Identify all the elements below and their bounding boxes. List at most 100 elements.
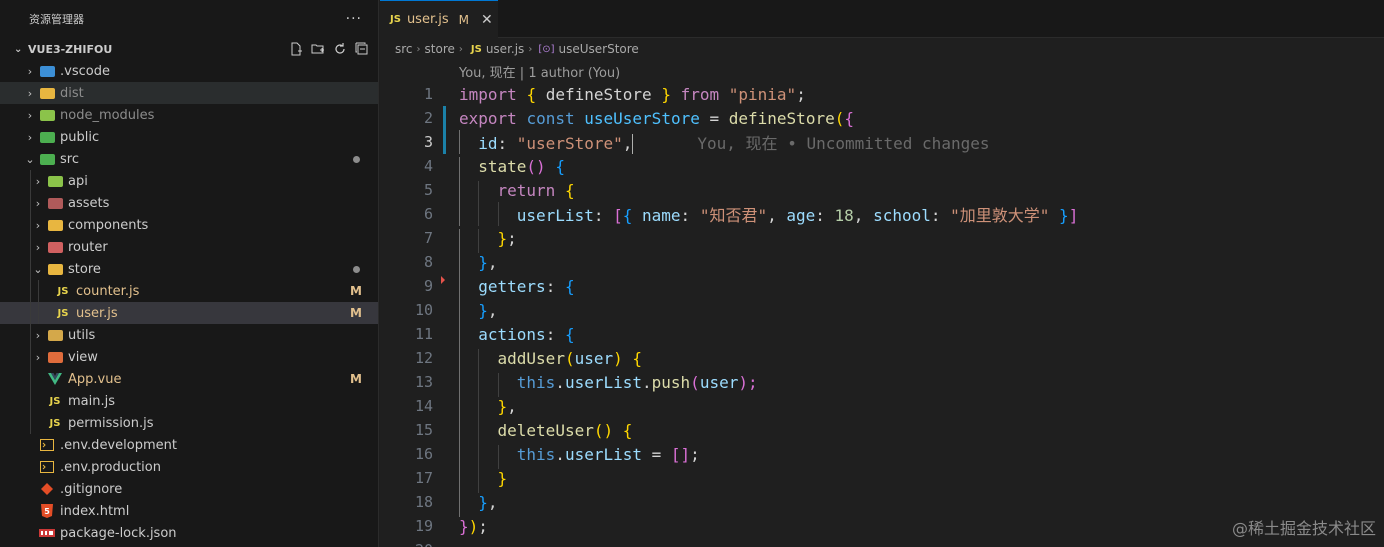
indent-guide: [497, 444, 499, 469]
indent-guide: [30, 324, 31, 346]
editor-gutter: [433, 154, 459, 178]
modified-line-marker: [443, 106, 446, 130]
code-token: :: [545, 276, 565, 296]
chevron-right-icon: ›: [458, 43, 463, 55]
editor-gutter: [433, 538, 459, 547]
new-folder-icon[interactable]: [310, 41, 326, 57]
tree-item[interactable]: .gitignore: [0, 478, 378, 500]
tree-item[interactable]: › public: [0, 126, 378, 148]
tree-item[interactable]: › view: [0, 346, 378, 368]
code-line[interactable]: 15 deleteUser() {: [380, 418, 1384, 445]
deleted-line-marker: [441, 276, 445, 284]
indent-guide: [459, 276, 460, 301]
code-area[interactable]: 1 import { defineStore } from "pinia"; 2 ex…: [380, 82, 1384, 547]
more-actions-icon[interactable]: ···: [346, 11, 362, 27]
code-line[interactable]: 17}: [380, 466, 1384, 493]
code-token: const: [526, 108, 575, 128]
js-file-icon: JS: [57, 285, 69, 297]
tree-item-label: node_modules: [60, 107, 155, 123]
code-line[interactable]: 8},: [380, 250, 1384, 277]
tree-item[interactable]: 5 index.html: [0, 500, 378, 522]
project-root[interactable]: ⌄ VUE3-ZHIFOU: [0, 38, 378, 60]
code-token: this: [516, 372, 556, 392]
editor-gutter: [433, 490, 459, 514]
tab-label: user.js: [406, 12, 449, 27]
new-file-icon[interactable]: [288, 41, 304, 57]
code-token: ): [468, 516, 479, 536]
code-text: },: [459, 300, 498, 325]
tree-item[interactable]: JS main.js: [0, 390, 378, 412]
tree-item[interactable]: › router: [0, 236, 378, 258]
code-token: }: [459, 516, 469, 536]
chevron-right-icon: ›: [27, 86, 33, 100]
tree-item[interactable]: › components: [0, 214, 378, 236]
code-line[interactable]: 13 this.userList.push(user);: [380, 370, 1384, 397]
modified-dot: [353, 155, 360, 163]
folder-icon: [38, 85, 56, 101]
tree-item[interactable]: .env.production: [0, 456, 378, 478]
code-token: userList: [516, 206, 594, 225]
indent-guide: [478, 202, 480, 226]
refresh-icon[interactable]: [332, 41, 348, 57]
line-number: 5: [423, 181, 433, 199]
code-line[interactable]: 20: [380, 538, 1384, 547]
line-number: 7: [423, 229, 433, 247]
tree-item[interactable]: JS user.js M: [0, 302, 378, 324]
code-token: .: [642, 372, 652, 392]
code-line[interactable]: 12 addUser(user) {: [380, 346, 1384, 373]
js-file-icon: JS: [390, 14, 401, 25]
code-line[interactable]: 18},: [380, 490, 1384, 517]
code-line[interactable]: 10},: [380, 298, 1384, 325]
code-line[interactable]: 5 return {: [380, 178, 1384, 205]
code-text: this.userList.push(user);: [459, 372, 758, 397]
tree-item[interactable]: › api: [0, 170, 378, 192]
tree-item[interactable]: .env.development: [0, 434, 378, 456]
tree-item[interactable]: JS permission.js: [0, 412, 378, 434]
close-icon[interactable]: ✕: [481, 12, 493, 28]
code-line[interactable]: 16 this.userList = [];: [380, 442, 1384, 469]
tree-item[interactable]: package-lock.json: [0, 522, 378, 544]
tree-item[interactable]: › .vscode: [0, 60, 378, 82]
tree-item[interactable]: › dist: [0, 82, 378, 104]
code-line[interactable]: 14},: [380, 394, 1384, 421]
code-line[interactable]: 9 getters: {: [380, 274, 1384, 301]
tree-item[interactable]: ⌄ src: [0, 148, 378, 170]
js-file-icon: JS: [57, 307, 69, 319]
collapse-all-icon[interactable]: [354, 41, 370, 57]
code-token: ;: [478, 516, 488, 536]
line-number: 17: [414, 469, 433, 487]
tab-user-js[interactable]: JS user.js M ✕: [380, 0, 498, 38]
code-token: }: [1059, 206, 1069, 225]
breadcrumb-symbol[interactable]: useUserStore: [559, 42, 639, 56]
code-line[interactable]: 1 import { defineStore } from "pinia";: [380, 82, 1384, 106]
folder-open-icon: [38, 151, 56, 167]
indent-guide: [30, 170, 31, 192]
code-token: {: [622, 206, 633, 225]
code-line[interactable]: 2 export const useUserStore = defineStore…: [380, 106, 1384, 130]
tree-item[interactable]: › utils: [0, 324, 378, 346]
code-line[interactable]: 4 state() {: [380, 154, 1384, 181]
breadcrumb-file[interactable]: user.js: [486, 42, 524, 56]
code-line[interactable]: 6 userList: [{ name: "知否君", age: 18, scho…: [380, 202, 1384, 226]
tree-item[interactable]: › node_modules: [0, 104, 378, 126]
code-token: ;: [507, 228, 517, 248]
editor-gutter: [433, 82, 459, 106]
tree-item[interactable]: JS counter.js M: [0, 280, 378, 302]
folder-icon: [46, 217, 64, 233]
tree-item-label: index.html: [60, 503, 130, 519]
modified-line-marker: [443, 130, 446, 154]
code-line[interactable]: 11 actions: {: [380, 322, 1384, 349]
indent-guide: [459, 372, 460, 397]
indent-guide: [459, 468, 460, 493]
tree-item[interactable]: App.vue M: [0, 368, 378, 390]
tree-item[interactable]: › assets: [0, 192, 378, 214]
breadcrumb-src[interactable]: src: [395, 42, 413, 56]
code-line[interactable]: 3 id: "userStore", You, 现在 • Uncommitted c…: [380, 129, 1384, 155]
tree-item[interactable]: ⌄ store: [0, 258, 378, 280]
codelens-blame[interactable]: You, 现在 | 1 author (You): [459, 62, 620, 81]
indent-guide: [30, 236, 31, 258]
code-line[interactable]: 7};: [380, 226, 1384, 253]
chevron-right-icon: ›: [416, 43, 421, 55]
indent-guide: [478, 372, 480, 397]
breadcrumb-store[interactable]: store: [425, 42, 455, 56]
